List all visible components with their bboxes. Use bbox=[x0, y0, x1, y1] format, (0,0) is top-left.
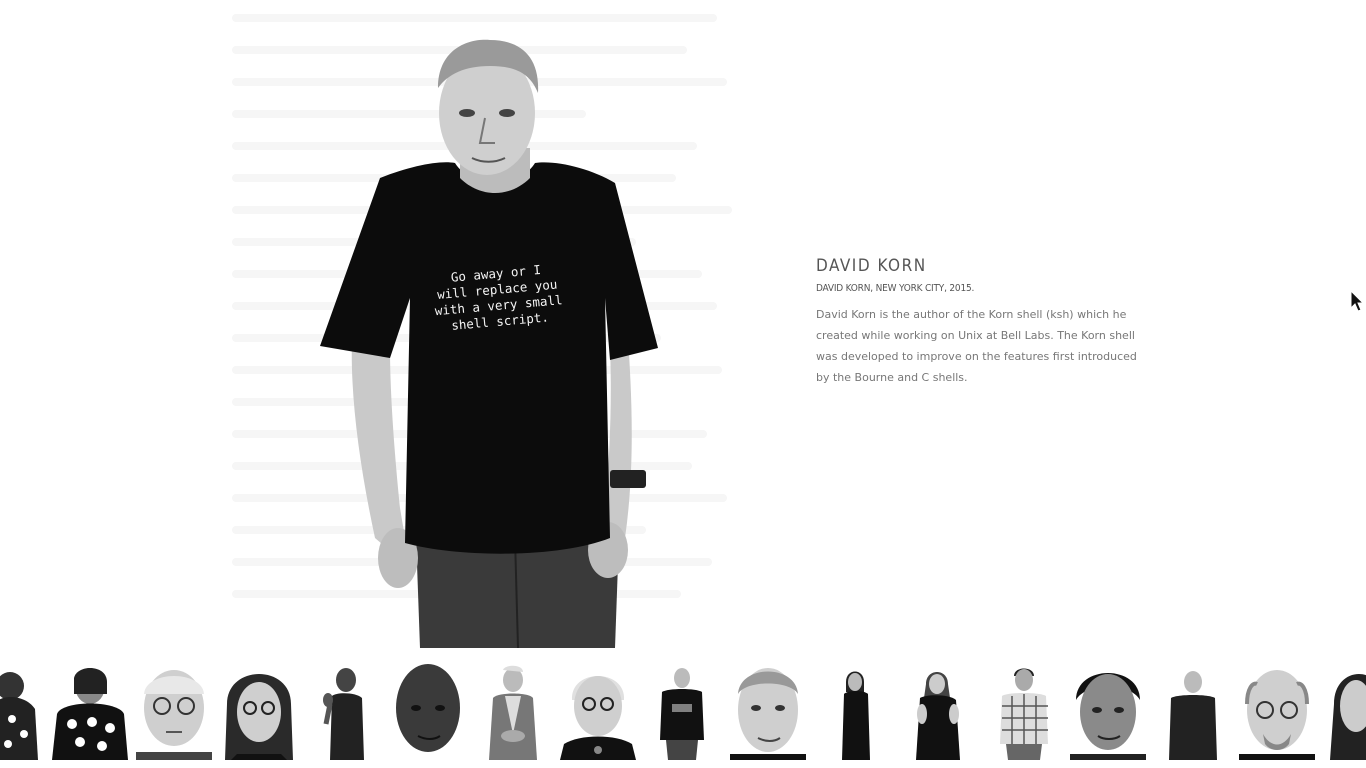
thumbnail-13[interactable] bbox=[986, 664, 1062, 760]
thumbnail-11[interactable] bbox=[816, 664, 892, 760]
photo-caption: DAVID KORN, NEW YORK CITY, 2015. bbox=[816, 283, 975, 294]
thumbnail-1[interactable] bbox=[0, 664, 42, 760]
person-bio: David Korn is the author of the Korn she… bbox=[816, 308, 1137, 384]
thumbnail-3[interactable] bbox=[136, 664, 212, 760]
mouse-cursor-icon bbox=[1350, 290, 1364, 312]
thumbnail-9[interactable] bbox=[644, 664, 720, 760]
thumbnail-14[interactable] bbox=[1070, 664, 1146, 760]
thumbnail-2[interactable] bbox=[52, 664, 128, 760]
thumbnail-6[interactable] bbox=[390, 664, 466, 760]
person-name: DAVID KORN bbox=[816, 256, 927, 276]
thumbnail-16[interactable] bbox=[1239, 664, 1315, 760]
thumbnail-8[interactable] bbox=[560, 664, 636, 760]
photo-viewer: Go away or I will replace you with a ver… bbox=[0, 0, 1366, 649]
thumbnail-5[interactable] bbox=[306, 664, 382, 760]
thumbnail-10[interactable] bbox=[730, 664, 806, 760]
thumbnail-17[interactable] bbox=[1324, 664, 1366, 760]
thumbnail-strip[interactable] bbox=[0, 660, 1366, 768]
photo-info-panel: DAVID KORN DAVID KORN, NEW YORK CITY, 20… bbox=[816, 256, 1146, 388]
thumbnail-7[interactable] bbox=[475, 664, 551, 760]
thumbnail-4[interactable] bbox=[221, 664, 297, 760]
thumbnail-12[interactable] bbox=[900, 664, 976, 760]
main-portrait-photo: Go away or I will replace you with a ver… bbox=[320, 38, 660, 649]
thumbnail-15[interactable] bbox=[1155, 664, 1231, 760]
